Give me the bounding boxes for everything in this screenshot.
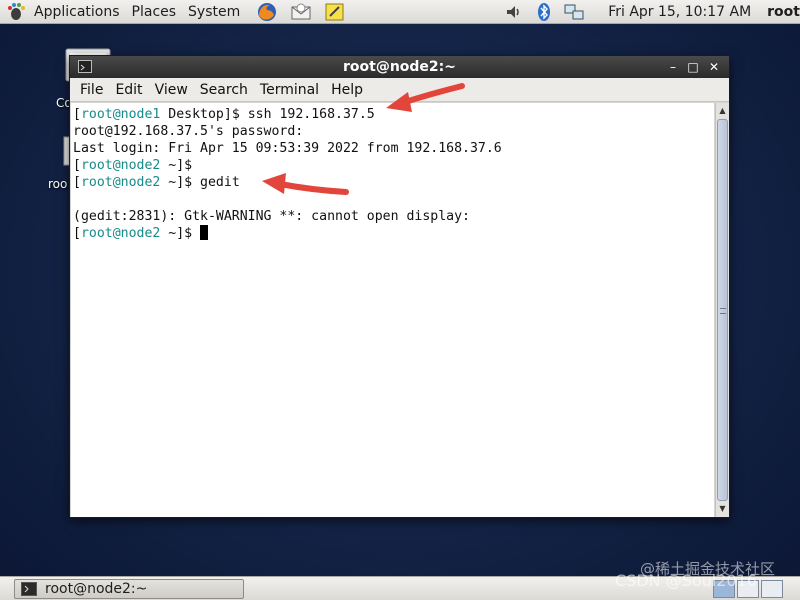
window-titlebar[interactable]: root@node2:~ – □ ✕ bbox=[70, 56, 729, 78]
terminal-line: [root@node2 ~]$ bbox=[73, 225, 714, 242]
menu-view[interactable]: View bbox=[149, 82, 194, 98]
taskbar-terminal-button[interactable]: root@node2:~ bbox=[14, 579, 244, 599]
menu-edit[interactable]: Edit bbox=[109, 82, 148, 98]
menu-search[interactable]: Search bbox=[194, 82, 254, 98]
terminal-menubar: File Edit View Search Terminal Help bbox=[70, 78, 729, 102]
workspace-3[interactable] bbox=[761, 580, 783, 598]
taskbar-terminal-label: root@node2:~ bbox=[45, 581, 148, 597]
menu-help[interactable]: Help bbox=[325, 82, 369, 98]
user-menu[interactable]: root bbox=[767, 4, 800, 20]
terminal-line: [root@node2 ~]$ bbox=[73, 158, 193, 173]
terminal-cursor bbox=[200, 225, 209, 240]
menu-file[interactable]: File bbox=[74, 82, 109, 98]
menu-terminal[interactable]: Terminal bbox=[254, 82, 325, 98]
gnome-foot-icon[interactable] bbox=[6, 2, 26, 22]
top-panel: Applications Places System Fri Apr 15, 1… bbox=[0, 0, 800, 24]
watermark-csdn: CSDN @Soul2016 bbox=[615, 571, 757, 590]
maximize-button[interactable]: □ bbox=[686, 60, 700, 74]
bluetooth-icon[interactable] bbox=[534, 2, 554, 22]
terminal-line: [root@node2 ~]$ gedit bbox=[73, 175, 240, 190]
network-icon[interactable] bbox=[564, 2, 584, 22]
terminal-output[interactable]: [root@node1 Desktop]$ ssh 192.168.37.5 r… bbox=[71, 103, 714, 517]
terminal-line: Last login: Fri Apr 15 09:53:39 2022 fro… bbox=[73, 141, 502, 156]
applications-menu[interactable]: Applications bbox=[30, 4, 124, 20]
terminal-task-icon bbox=[21, 582, 37, 596]
volume-icon[interactable] bbox=[504, 2, 524, 22]
terminal-window: root@node2:~ – □ ✕ File Edit View Search… bbox=[69, 55, 730, 518]
window-title: root@node2:~ bbox=[342, 59, 456, 75]
mail-launcher-icon[interactable] bbox=[290, 2, 312, 22]
home-desktop-label: roo bbox=[48, 177, 68, 191]
firefox-launcher-icon[interactable] bbox=[256, 2, 278, 22]
terminal-line: (gedit:2831): Gtk-WARNING **: cannot ope… bbox=[73, 209, 470, 224]
terminal-line: root@192.168.37.5's password: bbox=[73, 124, 304, 139]
terminal-scrollbar[interactable]: ▲ ▼ bbox=[715, 103, 729, 517]
clock[interactable]: Fri Apr 15, 10:17 AM bbox=[608, 4, 751, 20]
close-button[interactable]: ✕ bbox=[707, 60, 721, 74]
places-menu[interactable]: Places bbox=[128, 4, 181, 20]
notes-launcher-icon[interactable] bbox=[324, 2, 346, 22]
scrollbar-thumb[interactable] bbox=[717, 119, 728, 501]
system-menu[interactable]: System bbox=[184, 4, 244, 20]
scroll-down-arrow-icon[interactable]: ▼ bbox=[716, 502, 729, 516]
scroll-up-arrow-icon[interactable]: ▲ bbox=[716, 104, 729, 118]
minimize-button[interactable]: – bbox=[666, 60, 680, 74]
terminal-line: [root@node1 Desktop]$ ssh 192.168.37.5 bbox=[73, 107, 375, 122]
